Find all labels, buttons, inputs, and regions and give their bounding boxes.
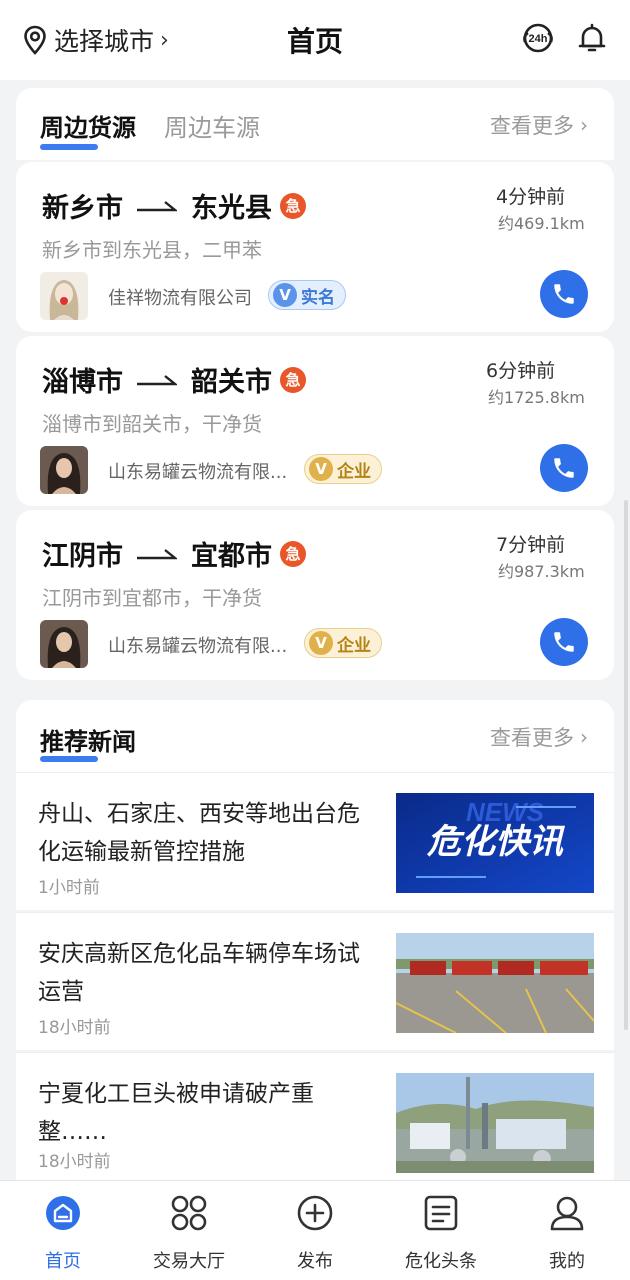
chevron-right-icon: › <box>580 113 588 137</box>
urgent-badge: 急 <box>280 366 306 393</box>
news-headline: 宁夏化工巨头被申请破产重整…… <box>38 1081 314 1145</box>
v-verified-icon: V <box>309 631 333 655</box>
enterprise-badge: V 企业 <box>304 454 382 484</box>
enterprise-badge: V 企业 <box>304 628 382 658</box>
post-time: 7分钟前 <box>496 534 566 556</box>
call-button[interactable] <box>540 270 588 318</box>
city-label: 选择城市 <box>54 27 155 56</box>
avatar <box>40 272 88 320</box>
news-thumbnail <box>396 1073 594 1173</box>
service-24h-icon[interactable]: 24h <box>520 20 556 56</box>
route-arrow-icon <box>137 374 177 385</box>
distance: 约469.1km <box>498 214 585 233</box>
call-button[interactable] <box>540 444 588 492</box>
company-name: 山东易罐云物流有限... <box>108 636 288 657</box>
nav-label: 交易大厅 <box>153 1251 225 1272</box>
home-icon <box>46 1196 80 1230</box>
verified-badge: V 实名 <box>268 280 346 310</box>
post-time: 6分钟前 <box>486 360 556 382</box>
route: 新乡市 东光县 急 <box>42 186 306 225</box>
news-list-item[interactable]: 宁夏化工巨头被申请破产重整…… 18小时前 <box>16 1052 614 1190</box>
avatar <box>40 620 88 668</box>
tab-nearby-trucks[interactable]: 周边车源 <box>164 108 260 143</box>
bottom-tab-bar: 首页 交易大厅 发布 危化头条 我的 <box>0 1180 630 1280</box>
chevron-right-icon: › <box>160 27 169 53</box>
scrollbar[interactable] <box>624 500 628 1030</box>
destination-city: 东光县 <box>191 193 272 224</box>
see-more-label: 查看更多 <box>490 726 574 750</box>
destination-city: 韶关市 <box>191 367 272 398</box>
list-doc-icon <box>424 1195 458 1231</box>
news-time: 1小时前 <box>38 878 100 898</box>
urgent-badge: 急 <box>280 540 306 567</box>
cargo-description: 新乡市到东光县，二甲苯 <box>42 238 262 262</box>
company-name: 佳祥物流有限公司 <box>108 288 252 309</box>
nav-label: 发布 <box>297 1251 333 1272</box>
top-bar: 选择城市 › 首页 24h <box>0 0 630 80</box>
company-name: 山东易罐云物流有限... <box>108 462 288 483</box>
tab-nearby-cargo[interactable]: 周边货源 <box>40 108 136 143</box>
cargo-list-item[interactable]: 江阴市 宜都市 急 江阴市到宜都市，干净货 7分钟前 约987.3km 山东易罐… <box>16 510 614 680</box>
see-more-label: 查看更多 <box>490 114 574 138</box>
news-thumbnail: NEWS 危化快讯 <box>396 793 594 893</box>
distance: 约987.3km <box>498 562 585 581</box>
v-verified-icon: V <box>309 457 333 481</box>
news-thumbnail <box>396 933 594 1033</box>
location-pin-icon <box>24 25 46 55</box>
cargo-see-more-link[interactable]: 查看更多 › <box>490 110 588 140</box>
active-tab-indicator <box>40 144 98 150</box>
news-time: 18小时前 <box>38 1152 111 1172</box>
news-headline: 舟山、石家庄、西安等地出台危化运输最新管控措施 <box>38 801 360 865</box>
badge-label: 企业 <box>337 635 371 656</box>
nav-label: 危化头条 <box>405 1251 477 1272</box>
news-time: 18小时前 <box>38 1018 111 1038</box>
news-list-item[interactable]: 舟山、石家庄、西安等地出台危化运输最新管控措施 1小时前 NEWS 危化快讯 <box>16 772 614 910</box>
news-title-indicator <box>40 756 98 762</box>
route-arrow-icon <box>137 200 177 211</box>
cargo-section-header: 周边货源 周边车源 查看更多 › <box>16 88 614 160</box>
cargo-list-item[interactable]: 淄博市 韶关市 急 淄博市到韶关市，干净货 6分钟前 约1725.8km 山东易… <box>16 336 614 506</box>
origin-city: 江阴市 <box>42 541 123 572</box>
cargo-description: 江阴市到宜都市，干净货 <box>42 586 262 610</box>
chevron-right-icon: › <box>580 725 588 749</box>
bell-icon[interactable] <box>574 20 610 56</box>
news-list-item[interactable]: 安庆高新区危化品车辆停车场试运营 18小时前 <box>16 912 614 1050</box>
nav-home[interactable]: 首页 <box>8 1193 118 1273</box>
news-section-title: 推荐新闻 <box>40 728 136 756</box>
news-headline: 安庆高新区危化品车辆停车场试运营 <box>38 941 360 1005</box>
badge-label: 企业 <box>337 461 371 482</box>
v-verified-icon: V <box>273 283 297 307</box>
cargo-list-item[interactable]: 新乡市 东光县 急 新乡市到东光县，二甲苯 4分钟前 约469.1km 佳祥物流… <box>16 162 614 332</box>
phone-icon <box>554 632 574 652</box>
nav-trading-hall[interactable]: 交易大厅 <box>134 1193 244 1273</box>
nav-publish[interactable]: 发布 <box>260 1193 370 1273</box>
news-section-header: 推荐新闻 查看更多 › <box>16 700 614 772</box>
post-time: 4分钟前 <box>496 186 566 208</box>
origin-city: 新乡市 <box>42 193 123 224</box>
nav-label: 首页 <box>45 1251 81 1272</box>
plus-circle-icon <box>297 1195 333 1231</box>
cargo-description: 淄博市到韶关市，干净货 <box>42 412 262 436</box>
user-icon <box>550 1196 584 1231</box>
grid-icon <box>171 1195 207 1231</box>
route-arrow-icon <box>137 548 177 559</box>
origin-city: 淄博市 <box>42 367 123 398</box>
nav-mine[interactable]: 我的 <box>512 1193 622 1273</box>
nav-label: 我的 <box>549 1251 585 1272</box>
route: 淄博市 韶关市 急 <box>42 360 306 399</box>
city-selector[interactable]: 选择城市 › <box>22 22 169 58</box>
news-see-more-link[interactable]: 查看更多 › <box>490 722 588 752</box>
call-button[interactable] <box>540 618 588 666</box>
badge-label: 实名 <box>301 287 335 308</box>
destination-city: 宜都市 <box>191 541 272 572</box>
distance: 约1725.8km <box>488 388 585 407</box>
phone-icon <box>554 284 574 304</box>
avatar <box>40 446 88 494</box>
urgent-badge: 急 <box>280 192 306 219</box>
nav-hazchem-news[interactable]: 危化头条 <box>386 1193 496 1273</box>
phone-icon <box>554 458 574 478</box>
thumbnail-caption: 危化快讯 <box>426 822 566 862</box>
svg-text:24h: 24h <box>529 33 548 45</box>
route: 江阴市 宜都市 急 <box>42 534 306 573</box>
